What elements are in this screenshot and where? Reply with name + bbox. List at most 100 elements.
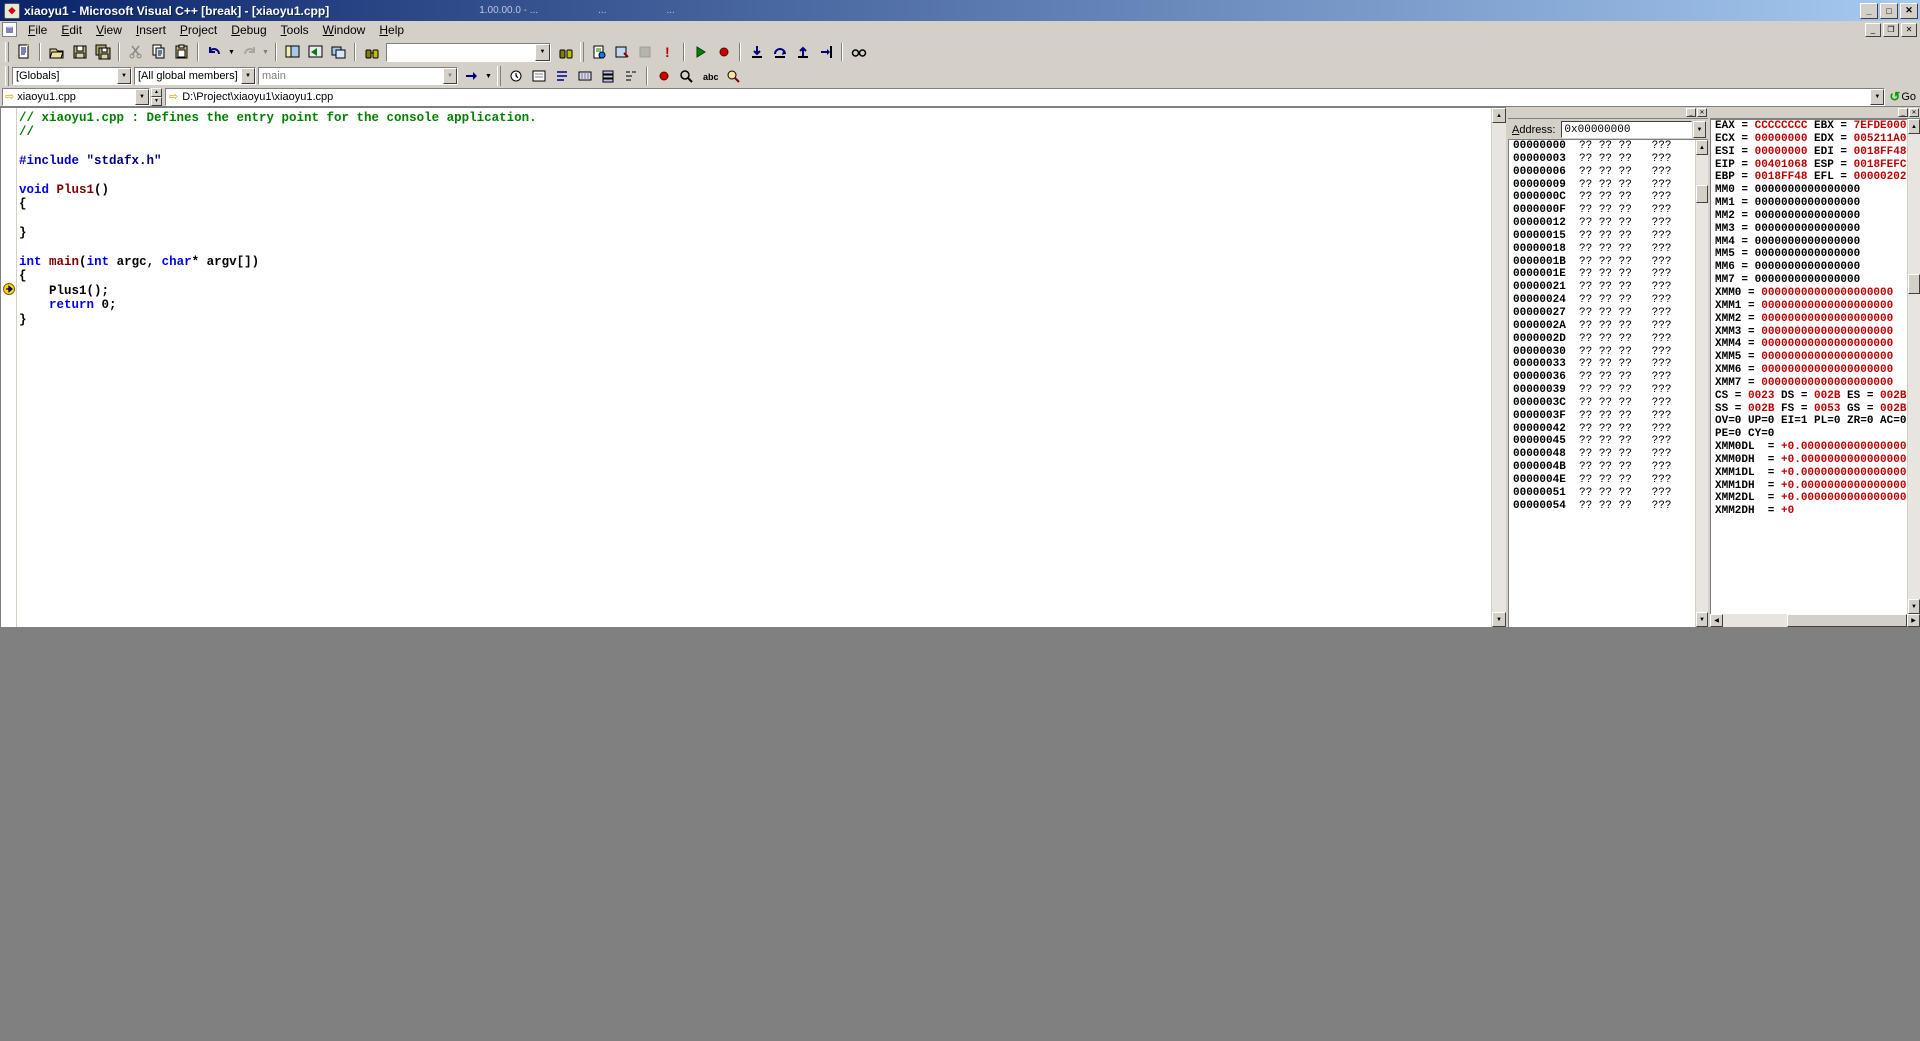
- abc-icon[interactable]: abc: [698, 65, 721, 87]
- undo-arrow-icon[interactable]: [203, 41, 226, 63]
- registers-hscroll-left-button[interactable]: ◀: [1710, 614, 1723, 627]
- file-combo-chevron-down-icon[interactable]: ▼: [135, 88, 149, 105]
- menu-tools[interactable]: Tools: [274, 21, 316, 39]
- find-dropdown-icon[interactable]: ▼: [535, 43, 550, 61]
- registers-horizontal-scrollbar[interactable]: ◀ ▶: [1710, 614, 1920, 627]
- binoculars-icon[interactable]: [360, 41, 383, 63]
- registers-window-titlebar[interactable]: _ ✕: [1710, 107, 1920, 118]
- registers-hscroll-thumb[interactable]: [1787, 614, 1907, 627]
- function-combo-chevron-down-icon[interactable]: ▼: [443, 68, 457, 84]
- editor-vertical-scrollbar[interactable]: ▲ ▼: [1491, 108, 1506, 627]
- breakpoint-hand-icon[interactable]: [652, 65, 675, 87]
- wizardbar-gripper[interactable]: [5, 66, 9, 86]
- callstack-icon[interactable]: [596, 65, 619, 87]
- editor-scroll-up-button[interactable]: ▲: [1492, 108, 1506, 123]
- registers-hscroll-track[interactable]: [1723, 614, 1907, 627]
- window-list-icon[interactable]: [327, 41, 350, 63]
- minimize-button[interactable]: _: [1860, 2, 1878, 19]
- step-into-icon[interactable]: [745, 41, 768, 63]
- close-button[interactable]: ✕: [1900, 2, 1918, 19]
- output-window-icon[interactable]: [304, 41, 327, 63]
- toolbar-gripper[interactable]: [5, 42, 9, 62]
- registers-minimize-button[interactable]: _: [1898, 108, 1908, 117]
- menu-edit[interactable]: Edit: [54, 21, 89, 39]
- registers-scroll-track[interactable]: [1908, 134, 1920, 599]
- menu-debug[interactable]: Debug: [224, 21, 273, 39]
- registers-close-button[interactable]: ✕: [1909, 108, 1919, 117]
- memory-minimize-button[interactable]: _: [1686, 108, 1696, 117]
- registers-scroll-up-button[interactable]: ▲: [1908, 119, 1920, 134]
- find-in-files-icon[interactable]: [554, 41, 577, 63]
- members-combo-chevron-down-icon[interactable]: ▼: [241, 68, 255, 84]
- floppy-disk-icon[interactable]: [68, 41, 91, 63]
- registers-window-grip[interactable]: [1710, 110, 1894, 115]
- redo-arrow-icon[interactable]: [237, 41, 260, 63]
- copy-icon[interactable]: [147, 41, 170, 63]
- maximize-button[interactable]: □: [1880, 2, 1898, 19]
- wizardbar-dropdown-icon[interactable]: ▼: [483, 65, 494, 87]
- memory-window-grip[interactable]: [1508, 110, 1682, 115]
- variables-icon[interactable]: [527, 65, 550, 87]
- memory-scroll-up-button[interactable]: ▲: [1696, 140, 1708, 155]
- registers-text[interactable]: EAX = CCCCCCCC EBX = 7EFDE000 ECX = 00000…: [1710, 119, 1907, 614]
- menu-project[interactable]: Project: [173, 21, 224, 39]
- menu-view[interactable]: View: [89, 21, 129, 39]
- source-code-text[interactable]: // xiaoyu1.cpp : Defines the entry point…: [17, 108, 1491, 627]
- menu-help[interactable]: Help: [372, 21, 411, 39]
- menu-file[interactable]: FFileile: [21, 21, 54, 39]
- spinner-down-icon[interactable]: ▼: [151, 96, 162, 106]
- wizardbar-action-icon[interactable]: [460, 65, 483, 87]
- new-document-icon[interactable]: [12, 41, 35, 63]
- mdi-restore-button[interactable]: ❐: [1883, 22, 1899, 37]
- debug-go-icon[interactable]: [689, 41, 712, 63]
- mdi-close-button[interactable]: ✕: [1901, 22, 1917, 37]
- editor-scroll-track[interactable]: [1492, 123, 1506, 612]
- hand-breakpoint-icon[interactable]: [712, 41, 735, 63]
- memory-scroll-thumb[interactable]: [1696, 185, 1708, 203]
- compile-icon[interactable]: [587, 41, 610, 63]
- function-combo[interactable]: main ▼: [258, 67, 458, 85]
- menu-insert[interactable]: Insert: [129, 21, 173, 39]
- spinner-up-icon[interactable]: ▲: [151, 87, 162, 97]
- mdi-minimize-button[interactable]: _: [1865, 22, 1881, 37]
- registers-hscroll-right-button[interactable]: ▶: [1907, 614, 1920, 627]
- registers-icon[interactable]: [550, 65, 573, 87]
- browse-icon[interactable]: [721, 65, 744, 87]
- stop-icon[interactable]: [633, 41, 656, 63]
- path-field[interactable]: ⇨ D:\Project\xiaoyu1\xiaoyu1.cpp ▼: [165, 87, 1886, 106]
- go-button[interactable]: ↺ Go: [1885, 88, 1920, 106]
- scissors-icon[interactable]: [124, 41, 147, 63]
- memory-dump-list[interactable]: 00000000 ?? ?? ?? ??? 00000003 ?? ?? ?? ?…: [1508, 139, 1708, 627]
- code-editor-window[interactable]: // xiaoyu1.cpp : Defines the entry point…: [0, 107, 1506, 627]
- file-combo[interactable]: ⇨ xiaoyu1.cpp ▼: [2, 87, 150, 106]
- clipboard-icon[interactable]: [170, 41, 193, 63]
- save-all-icon[interactable]: [91, 41, 114, 63]
- registers-scroll-down-button[interactable]: ▼: [1908, 599, 1920, 614]
- class-combo-chevron-down-icon[interactable]: ▼: [117, 68, 131, 84]
- memory-window-titlebar[interactable]: _ ✕: [1508, 107, 1708, 118]
- eyeglasses-icon[interactable]: [847, 41, 870, 63]
- menu-window[interactable]: Window: [316, 21, 373, 39]
- step-over-icon[interactable]: [768, 41, 791, 63]
- memory-address-input[interactable]: 0x00000000: [1561, 121, 1692, 138]
- memory-scroll-track[interactable]: [1696, 155, 1708, 612]
- disassembly-icon[interactable]: [619, 65, 642, 87]
- registers-vertical-scrollbar[interactable]: ▲ ▼: [1907, 119, 1920, 614]
- run-exclamation-icon[interactable]: !: [656, 41, 679, 63]
- debug-toolbar-gripper[interactable]: [497, 66, 501, 86]
- run-to-cursor-icon[interactable]: [814, 41, 837, 63]
- memory-close-button[interactable]: ✕: [1697, 108, 1707, 117]
- build-toolbar-gripper[interactable]: [580, 42, 584, 62]
- editor-scroll-down-button[interactable]: ▼: [1492, 612, 1506, 627]
- memory-scroll-down-button[interactable]: ▼: [1696, 612, 1708, 627]
- memory-vertical-scrollbar[interactable]: ▲ ▼: [1695, 140, 1708, 627]
- watch-icon[interactable]: [504, 65, 527, 87]
- class-combo[interactable]: [Globals] ▼: [12, 67, 132, 85]
- memory-address-chevron-down-icon[interactable]: ▼: [1693, 121, 1706, 138]
- open-folder-icon[interactable]: [45, 41, 68, 63]
- quickwatch-icon[interactable]: [675, 65, 698, 87]
- undo-dropdown-icon[interactable]: ▼: [226, 41, 237, 63]
- redo-dropdown-icon[interactable]: ▼: [260, 41, 271, 63]
- path-chevron-down-icon[interactable]: ▼: [1870, 88, 1885, 105]
- build-icon[interactable]: [610, 41, 633, 63]
